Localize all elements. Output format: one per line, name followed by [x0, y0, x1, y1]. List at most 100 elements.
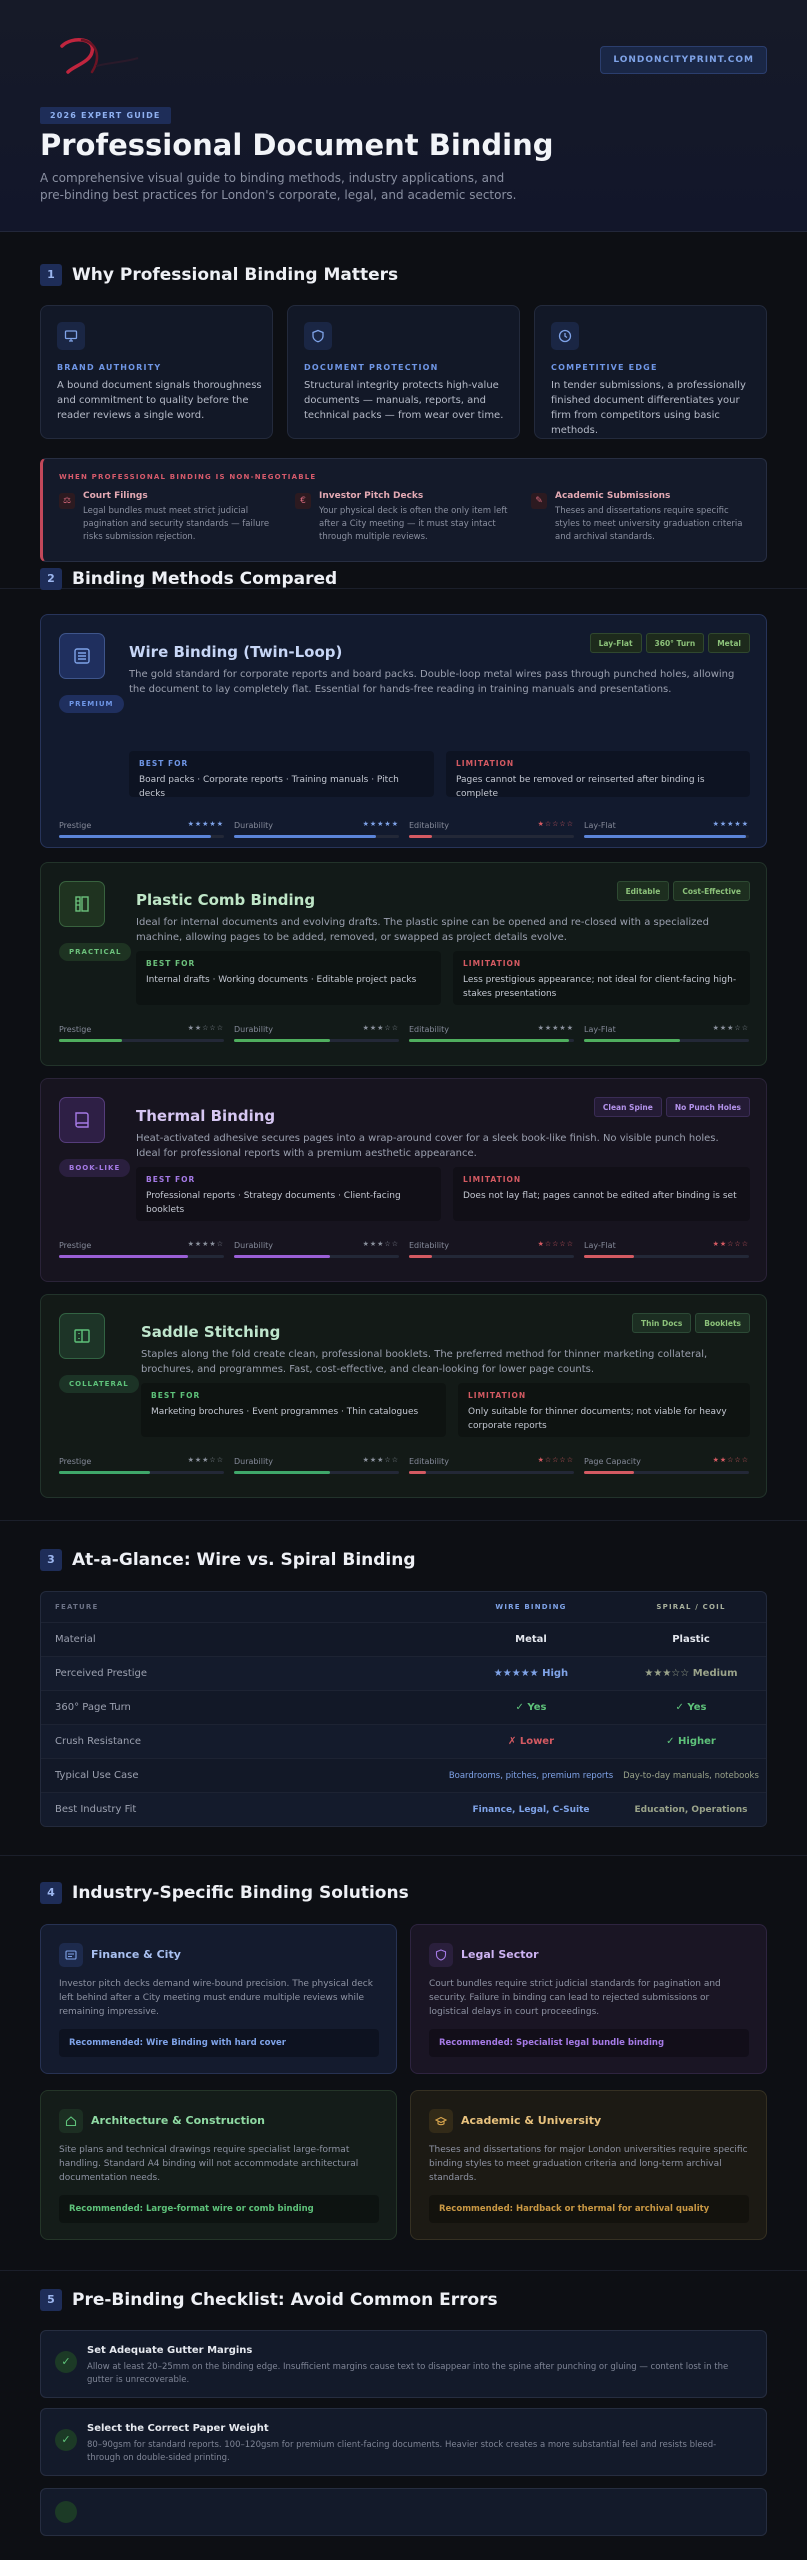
table-row: Typical Use Case Boardrooms, pitches, pr…: [41, 1758, 766, 1792]
best-for-box: BEST FOR Professional reports · Strategy…: [136, 1167, 441, 1221]
website-link-button[interactable]: LONDONCITYPRINT.COM: [600, 46, 767, 74]
callout-item-text: Your physical deck is often the only ite…: [319, 506, 508, 542]
table-cell-spiral: ★★★☆☆ Medium: [644, 1668, 738, 1679]
limitation-text: Only suitable for thinner documents; not…: [468, 1407, 727, 1431]
home-icon: [59, 2109, 83, 2133]
card-eyebrow: BRAND AUTHORITY: [57, 363, 162, 372]
metric-fill: [584, 1255, 634, 1258]
metric-stars: ★★★☆☆: [187, 1456, 224, 1464]
metric-fill: [234, 835, 376, 838]
checklist-title: Set Adequate Gutter Margins: [87, 2345, 253, 2356]
industry-text: Site plans and technical drawings requir…: [59, 2145, 359, 2183]
rating-metric: Editability ★☆☆☆☆: [409, 820, 574, 841]
method-badge: BOOK-LIKE: [59, 1159, 131, 1177]
method-tag: Booklets: [695, 1313, 750, 1333]
metric-name: Prestige: [59, 1457, 92, 1466]
industry-text: Court bundles require strict judicial st…: [429, 1979, 721, 2017]
method-tag: Clean Spine: [593, 1097, 662, 1117]
shield-icon: [304, 322, 332, 350]
limitation-box: LIMITATION Only suitable for thinner doc…: [458, 1383, 750, 1437]
callout-item-title: Court Filings: [83, 491, 148, 501]
metric-name: Lay-Flat: [584, 1241, 616, 1250]
page-subtitle: A comprehensive visual guide to binding …: [40, 171, 517, 202]
industry-card-legal: Legal Sector Court bundles require stric…: [410, 1924, 767, 2074]
metric-stars: ★★★★★: [537, 1024, 574, 1032]
metric-stars: ★★★☆☆: [362, 1024, 399, 1032]
section-1-heading: 1 Why Professional Binding Matters: [40, 263, 398, 287]
industry-text: Theses and dissertations for major Londo…: [429, 2145, 748, 2183]
checklist-item: ✓ Set Adequate Gutter Margins Allow at l…: [40, 2330, 767, 2398]
card-text: In tender submissions, a professionally …: [551, 380, 746, 436]
brand-logo[interactable]: [52, 32, 162, 84]
industry-recommendation: Recommended: Large-format wire or comb b…: [59, 2195, 379, 2223]
metric-fill: [584, 835, 746, 838]
metric-name: Prestige: [59, 1241, 92, 1250]
method-badge: PRACTICAL: [59, 943, 132, 961]
table-header-spiral: SPIRAL / COIL: [656, 1603, 726, 1611]
metric-track: [584, 1039, 749, 1042]
chart-icon: [59, 1943, 83, 1967]
rating-metric: Editability ★☆☆☆☆: [409, 1456, 574, 1477]
card-text: Structural integrity protects high-value…: [304, 380, 504, 421]
section-number: 5: [40, 2289, 62, 2311]
metric-stars: ★★★☆☆: [712, 1024, 749, 1032]
section-number: 2: [40, 568, 62, 590]
section-number: 3: [40, 1549, 62, 1571]
industry-card-architecture: Architecture & Construction Site plans a…: [40, 2090, 397, 2240]
comb-icon: [59, 881, 105, 927]
checklist-item: [40, 2488, 767, 2536]
callout-label: WHEN PROFESSIONAL BINDING IS NON-NEGOTIA…: [59, 473, 317, 481]
best-for-box: BEST FOR Internal drafts · Working docum…: [136, 951, 441, 1005]
booklet-icon: [59, 1313, 105, 1359]
shield-icon: [429, 1943, 453, 1967]
section-number: 1: [40, 264, 62, 286]
table-cell-feature: Crush Resistance: [55, 1736, 142, 1747]
method-title: Plastic Comb Binding: [136, 891, 316, 909]
metric-track: [584, 1255, 749, 1258]
section-title: Binding Methods Compared: [72, 569, 338, 589]
industry-title: Academic & University: [461, 2114, 602, 2127]
industry-recommendation: Recommended: Hardback or thermal for arc…: [429, 2195, 749, 2223]
callout-item-text: Theses and dissertations require specifi…: [555, 506, 743, 542]
checklist-title: Select the Correct Paper Weight: [87, 2423, 269, 2434]
metric-name: Durability: [234, 1025, 274, 1034]
method-description: Heat-activated adhesive secures pages in…: [136, 1133, 719, 1159]
section-5-heading: 5 Pre-Binding Checklist: Avoid Common Er…: [40, 2288, 498, 2312]
best-for-text: Board packs · Corporate reports · Traini…: [139, 775, 399, 799]
table-row: Crush Resistance ✗ Lower ✓ Higher: [41, 1724, 766, 1758]
binding-method-card: COLLATERAL Saddle Stitching Staples alon…: [40, 1294, 767, 1498]
section-title: Why Professional Binding Matters: [72, 265, 399, 285]
card-eyebrow: COMPETITIVE EDGE: [551, 363, 658, 372]
metric-track: [59, 1255, 224, 1258]
metric-track: [584, 835, 749, 838]
method-title: Wire Binding (Twin-Loop): [129, 643, 343, 661]
metric-stars: ★☆☆☆☆: [537, 820, 574, 828]
industry-recommendation: Recommended: Specialist legal bundle bin…: [429, 2029, 749, 2057]
graduation-cap-icon: [429, 2109, 453, 2133]
table-row: Best Industry Fit Finance, Legal, C-Suit…: [41, 1792, 766, 1826]
method-tag: Metal: [708, 633, 750, 653]
industry-card-academic: Academic & University Theses and dissert…: [410, 2090, 767, 2240]
metric-name: Editability: [409, 1457, 450, 1466]
metric-stars: ★★★★☆: [187, 1240, 224, 1248]
limitation-text: Does not lay flat; pages cannot be edite…: [463, 1191, 737, 1201]
metric-track: [234, 835, 399, 838]
benefit-card-document-protection: DOCUMENT PROTECTION Structural integrity…: [287, 305, 520, 439]
metric-track: [409, 1255, 574, 1258]
metric-name: Editability: [409, 1025, 450, 1034]
best-for-text: Internal drafts · Working documents · Ed…: [146, 975, 417, 985]
limitation-box: LIMITATION Pages cannot be removed or re…: [446, 751, 750, 799]
method-tag: Cost-Effective: [673, 881, 750, 901]
table-cell-wire: ★★★★★ High: [493, 1668, 569, 1679]
best-for-label: BEST FOR: [151, 1391, 201, 1400]
metric-name: Lay-Flat: [584, 821, 616, 830]
card-eyebrow: DOCUMENT PROTECTION: [304, 363, 439, 372]
method-title: Thermal Binding: [136, 1107, 276, 1125]
metric-name: Durability: [234, 1241, 274, 1250]
table-row: Material Metal Plastic: [41, 1622, 766, 1656]
monitor-icon: [57, 322, 85, 350]
metric-fill: [584, 1039, 680, 1042]
rating-metric: Durability ★★★☆☆: [234, 1024, 399, 1045]
section-divider: [0, 2270, 807, 2271]
method-tag: Lay-Flat: [589, 633, 642, 653]
